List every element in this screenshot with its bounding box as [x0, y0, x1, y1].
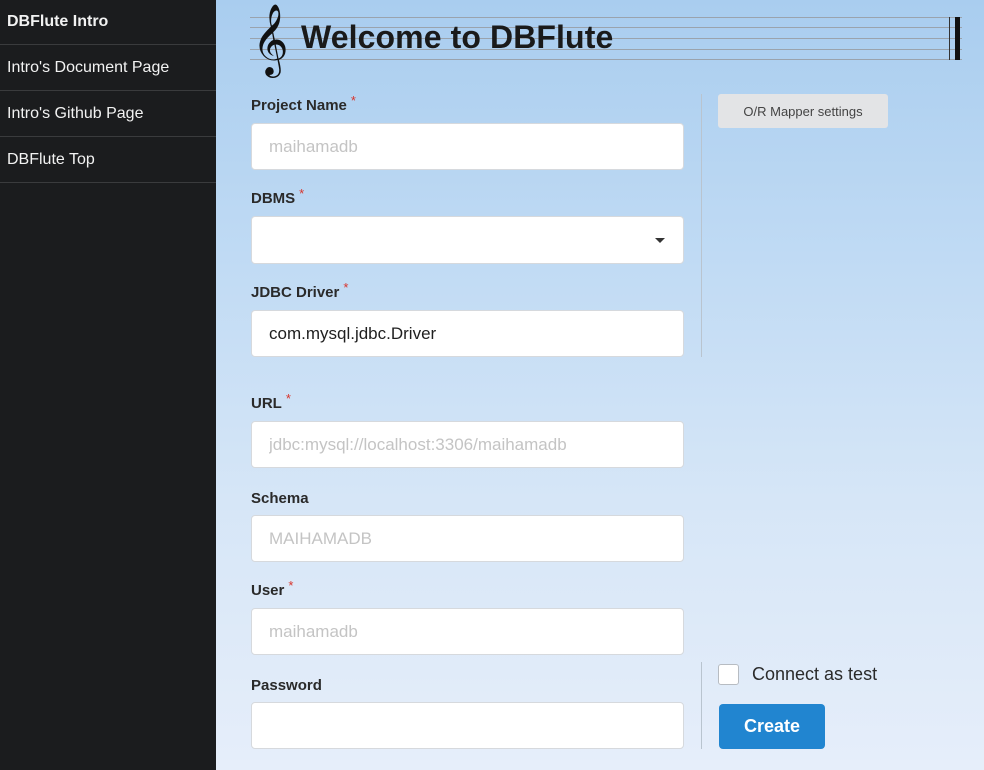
- dbms-label: DBMS *: [251, 186, 304, 207]
- password-input[interactable]: [251, 702, 684, 749]
- required-mark: *: [350, 93, 356, 108]
- user-label-text: User: [251, 582, 285, 599]
- required-mark: *: [288, 578, 294, 593]
- user-input[interactable]: [251, 608, 684, 655]
- project-name-label: Project Name *: [251, 93, 356, 114]
- required-mark: *: [343, 280, 349, 295]
- dropdown-caret-icon: [655, 238, 665, 243]
- sidebar-item-dbflute-top[interactable]: DBFlute Top: [0, 137, 216, 183]
- required-mark: *: [299, 186, 305, 201]
- column-divider: [701, 662, 702, 749]
- jdbc-driver-input[interactable]: [251, 310, 684, 357]
- dbms-label-text: DBMS: [251, 190, 296, 207]
- project-name-input[interactable]: [251, 123, 684, 170]
- schema-label: Schema: [251, 490, 309, 507]
- treble-clef-icon: 𝄞: [252, 2, 289, 75]
- page-header: 𝄞 Welcome to DBFlute: [250, 2, 962, 78]
- password-label-text: Password: [251, 677, 322, 694]
- jdbc-driver-label-text: JDBC Driver: [251, 284, 340, 301]
- url-label: URL *: [251, 391, 291, 412]
- create-button[interactable]: Create: [719, 704, 825, 749]
- column-divider: [701, 94, 702, 357]
- staff-line: [250, 17, 962, 18]
- or-mapper-settings-button[interactable]: O/R Mapper settings: [718, 94, 888, 128]
- jdbc-driver-label: JDBC Driver *: [251, 280, 348, 301]
- sidebar: DBFlute Intro Intro's Document Page Intr…: [0, 0, 216, 770]
- sidebar-item-intro-document-page[interactable]: Intro's Document Page: [0, 45, 216, 91]
- staff-line: [250, 59, 962, 60]
- required-mark: *: [285, 391, 291, 406]
- staff-barline-thick: [955, 17, 960, 60]
- user-label: User *: [251, 578, 293, 599]
- connect-as-test-checkbox[interactable]: [718, 664, 739, 685]
- schema-label-text: Schema: [251, 490, 309, 507]
- dbms-select[interactable]: [251, 216, 684, 264]
- page-title: Welcome to DBFlute: [301, 19, 614, 55]
- url-label-text: URL: [251, 395, 282, 412]
- main-panel: 𝄞 Welcome to DBFlute Project Name* DBMS*…: [216, 0, 984, 770]
- schema-input[interactable]: [251, 515, 684, 562]
- connect-as-test-label[interactable]: Connect as test: [752, 664, 877, 685]
- project-name-label-text: Project Name: [251, 97, 347, 114]
- sidebar-item-intro-github-page[interactable]: Intro's Github Page: [0, 91, 216, 137]
- password-label: Password: [251, 677, 322, 694]
- staff-barline: [949, 17, 950, 60]
- sidebar-item-dbflute-intro[interactable]: DBFlute Intro: [0, 0, 216, 45]
- url-input[interactable]: [251, 421, 684, 468]
